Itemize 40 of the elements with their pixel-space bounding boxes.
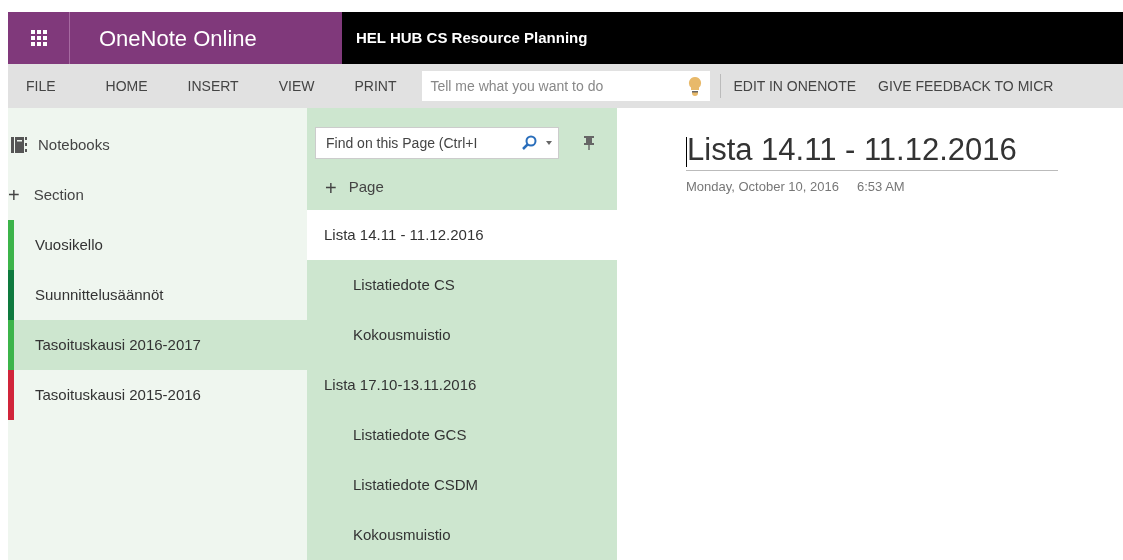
page-time: 6:53 AM [856, 178, 905, 196]
page-item[interactable]: Listatiedote CS [307, 260, 617, 310]
notebooks-button[interactable]: Notebooks [38, 133, 110, 157]
pin-icon[interactable] [584, 135, 594, 150]
app-name: OneNote Online [99, 24, 257, 53]
section-name: Vuosikello [35, 234, 103, 255]
page-item[interactable]: Lista 17.10-13.11.2016 [307, 360, 617, 410]
ribbon-action[interactable]: GIVE FEEDBACK TO MICR [866, 75, 1064, 97]
search-icon[interactable] [521, 134, 537, 151]
ribbon-tab[interactable]: INSERT [167, 64, 259, 108]
tell-me-field[interactable]: Tell me what you want to do [422, 71, 711, 101]
page-date: Monday, October 10, 2016 [686, 178, 839, 196]
section-item[interactable]: Suunnittelusäännöt [8, 270, 307, 320]
ribbon-tab[interactable]: HOME [85, 64, 168, 108]
notebook-icon[interactable] [11, 136, 29, 154]
section-name: Tasoituskausi 2015-2016 [35, 384, 201, 405]
section-item[interactable]: Tasoituskausi 2015-2016 [8, 370, 307, 420]
dropdown-caret-icon[interactable] [546, 140, 552, 145]
add-section-button[interactable]: Section [33, 183, 84, 207]
find-field[interactable]: Find on this Page (Ctrl+I [315, 126, 559, 159]
section-item[interactable]: Vuosikello [8, 220, 307, 270]
ribbon-tab[interactable]: FILE [8, 64, 86, 108]
add-icon[interactable]: + [8, 185, 20, 205]
section-item[interactable]: Tasoituskausi 2016-2017 [8, 320, 307, 370]
page-item[interactable]: Listatiedote GCS [307, 410, 617, 460]
page-item[interactable]: Kokousmuistio [307, 310, 617, 360]
add-page-button[interactable]: Page [348, 176, 384, 199]
section-name: Suunnittelusäännöt [35, 284, 164, 305]
ribbon-tab[interactable]: VIEW [258, 64, 335, 108]
notebook-title: HEL HUB CS Resource Planning [356, 27, 588, 48]
ribbon-action[interactable]: EDIT IN ONENOTE [721, 75, 867, 97]
page-title[interactable]: Lista 14.11 - 11.12.2016 [687, 130, 1017, 170]
page-item[interactable]: Lista 14.11 - 11.12.2016 [307, 210, 617, 260]
lightbulb-icon[interactable] [688, 76, 703, 96]
app-launcher-icon[interactable] [30, 30, 47, 46]
page-item[interactable]: Listatiedote CSDM [307, 460, 617, 510]
section-name: Tasoituskausi 2016-2017 [35, 334, 201, 355]
page-item[interactable]: Kokousmuistio [307, 510, 617, 560]
add-icon[interactable]: + [325, 177, 337, 198]
ribbon-tab[interactable]: PRINT [334, 64, 417, 108]
